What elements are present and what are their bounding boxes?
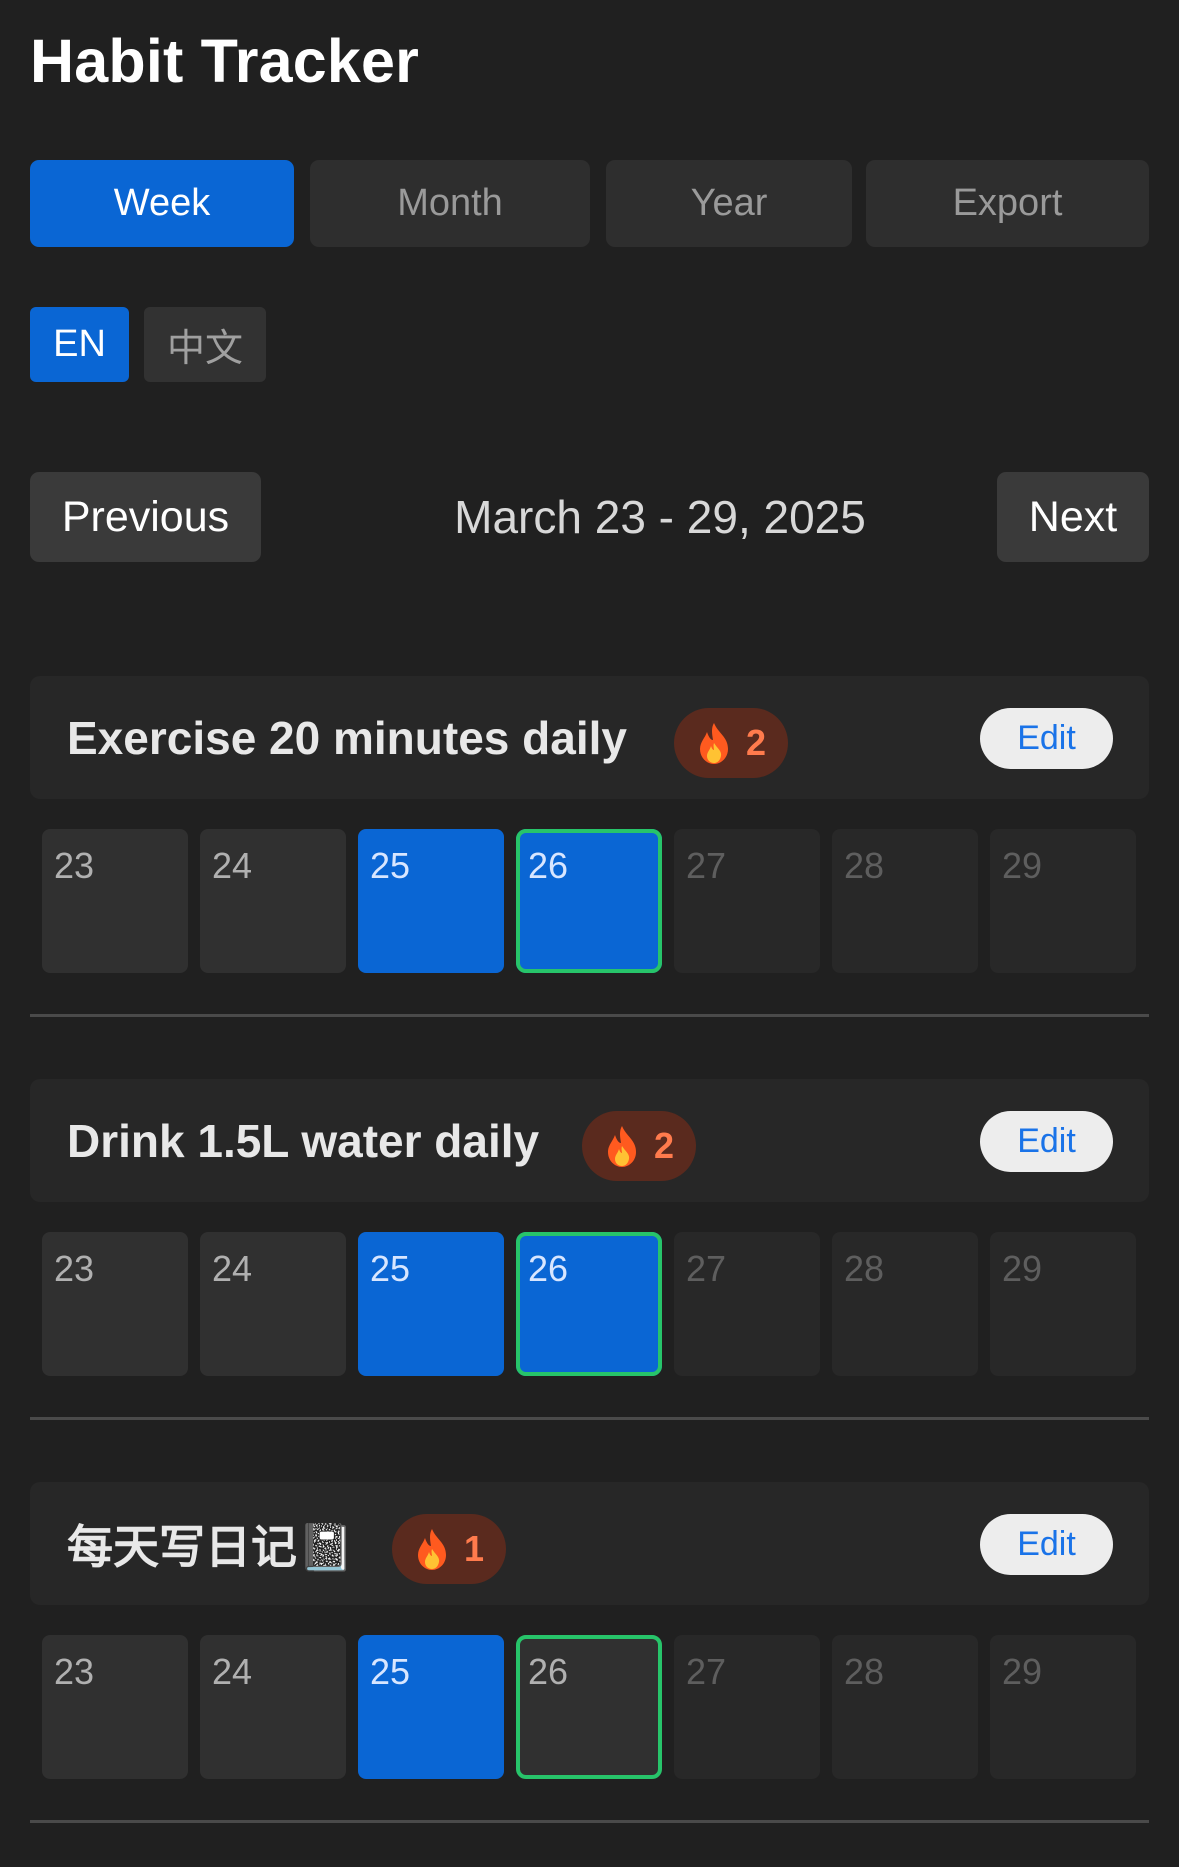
streak-badge: 2 [582, 1111, 696, 1181]
day-cell[interactable]: 27 [674, 1232, 820, 1376]
tab-export[interactable]: Export [866, 160, 1149, 247]
streak-count: 1 [463, 1528, 485, 1569]
page-title: Habit Tracker [30, 27, 420, 95]
day-cell[interactable]: 26 [516, 1232, 662, 1376]
habit-header: Drink 1.5L water daily 2 Edit [30, 1079, 1149, 1202]
tab-week[interactable]: Week [30, 160, 294, 247]
day-cell[interactable]: 23 [42, 1232, 188, 1376]
day-cell[interactable]: 28 [832, 829, 978, 973]
fire-icon [417, 1529, 446, 1570]
habit-header: Exercise 20 minutes daily 2 Edit [30, 676, 1149, 799]
habit-name: Exercise 20 minutes daily [67, 711, 627, 764]
streak-badge: 1 [392, 1514, 506, 1584]
habit-card: Drink 1.5L water daily 2 Edit 23 24 25 26 27 28 2… [30, 1079, 1149, 1420]
view-tabs: Week Month Year Export [30, 160, 1149, 247]
fire-icon [607, 1126, 636, 1167]
day-cell[interactable]: 27 [674, 1635, 820, 1779]
day-cell[interactable]: 24 [200, 829, 346, 973]
habit-name: 每天写日记📓 [67, 1520, 355, 1573]
habit-card: Exercise 20 minutes daily 2 Edit 23 24 25 26 27… [30, 676, 1149, 1017]
day-cell[interactable]: 27 [674, 829, 820, 973]
date-range-label: March 23 - 29, 2025 [454, 491, 866, 543]
edit-habit-button[interactable]: Edit [980, 1514, 1113, 1575]
habit-header: 每天写日记📓 1 Edit [30, 1482, 1149, 1605]
week-days-row: 23 24 25 26 27 28 29 [30, 1232, 1149, 1376]
day-cell[interactable]: 26 [516, 829, 662, 973]
week-navigation: Previous March 23 - 29, 2025 Next [30, 472, 1149, 562]
day-cell[interactable]: 25 [358, 829, 504, 973]
habit-tracker-app: Habit Tracker Week Month Year Export EN … [0, 0, 1179, 1867]
streak-count: 2 [745, 722, 767, 763]
divider [30, 1014, 1149, 1017]
day-cell[interactable]: 24 [200, 1232, 346, 1376]
streak-badge: 2 [674, 708, 788, 778]
habit-card: 每天写日记📓 1 Edit 23 24 25 26 27 28 29 [30, 1482, 1149, 1823]
week-days-row: 23 24 25 26 27 28 29 [30, 829, 1149, 973]
language-zh-button[interactable]: 中文 [144, 307, 266, 382]
week-days-row: 23 24 25 26 27 28 29 [30, 1635, 1149, 1779]
fire-icon [699, 723, 728, 764]
divider [30, 1820, 1149, 1823]
divider [30, 1417, 1149, 1420]
day-cell[interactable]: 29 [990, 1232, 1136, 1376]
day-cell[interactable]: 26 [516, 1635, 662, 1779]
day-cell[interactable]: 28 [832, 1635, 978, 1779]
day-cell[interactable]: 29 [990, 1635, 1136, 1779]
day-cell[interactable]: 25 [358, 1232, 504, 1376]
day-cell[interactable]: 23 [42, 1635, 188, 1779]
day-cell[interactable]: 24 [200, 1635, 346, 1779]
day-cell[interactable]: 28 [832, 1232, 978, 1376]
streak-count: 2 [653, 1125, 675, 1166]
habit-name: Drink 1.5L water daily [67, 1114, 540, 1167]
tab-month[interactable]: Month [310, 160, 590, 247]
previous-week-button[interactable]: Previous [30, 472, 261, 562]
day-cell[interactable]: 25 [358, 1635, 504, 1779]
edit-habit-button[interactable]: Edit [980, 1111, 1113, 1172]
day-cell[interactable]: 29 [990, 829, 1136, 973]
day-cell[interactable]: 23 [42, 829, 188, 973]
tab-year[interactable]: Year [606, 160, 852, 247]
edit-habit-button[interactable]: Edit [980, 708, 1113, 769]
language-en-button[interactable]: EN [30, 307, 129, 382]
next-week-button[interactable]: Next [997, 472, 1149, 562]
